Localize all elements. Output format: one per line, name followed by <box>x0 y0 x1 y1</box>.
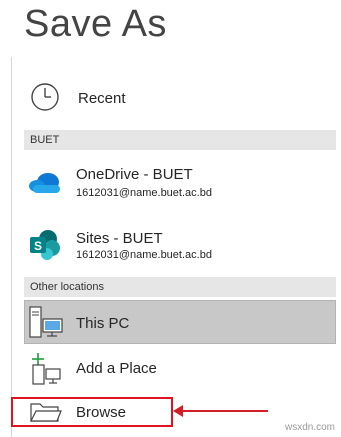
section-header-other-locations: Other locations <box>24 277 336 297</box>
location-account: 1612031@name.buet.ac.bd <box>76 249 212 261</box>
annotation-arrow-line <box>180 410 268 412</box>
divider <box>11 57 12 437</box>
location-label: This PC <box>76 315 130 332</box>
section-header-label: BUET <box>30 134 60 146</box>
section-header-buet: BUET <box>24 130 336 150</box>
clock-icon <box>30 82 60 117</box>
location-this-pc[interactable]: This PC <box>24 300 336 344</box>
save-as-panel: Save As Recent BUET OneDrive - BUET 1612… <box>0 0 341 437</box>
add-place-icon <box>28 352 62 391</box>
watermark: wsxdn.com <box>284 422 335 433</box>
annotation-highlight-box <box>11 397 173 427</box>
location-label: Add a Place <box>76 360 157 377</box>
location-label: Sites - BUET <box>76 230 163 247</box>
recent-item[interactable]: Recent <box>24 76 336 120</box>
section-header-label: Other locations <box>30 281 104 293</box>
sharepoint-icon: S <box>28 228 62 267</box>
onedrive-icon <box>28 172 62 199</box>
location-account: 1612031@name.buet.ac.bd <box>76 187 212 199</box>
page-title: Save As <box>24 3 167 45</box>
location-sites[interactable]: S Sites - BUET 1612031@name.buet.ac.bd <box>24 222 336 268</box>
location-onedrive[interactable]: OneDrive - BUET 1612031@name.buet.ac.bd <box>24 160 336 206</box>
location-add-a-place[interactable]: Add a Place <box>24 350 336 390</box>
recent-label: Recent <box>78 90 126 107</box>
computer-icon <box>29 306 63 343</box>
annotation-arrow-icon <box>173 405 183 417</box>
svg-text:S: S <box>34 239 42 253</box>
location-label: OneDrive - BUET <box>76 166 193 183</box>
